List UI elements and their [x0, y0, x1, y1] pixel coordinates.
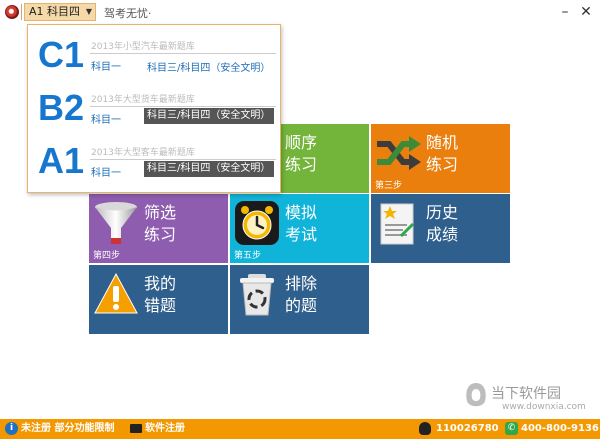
divider [90, 159, 276, 160]
subject-one-link[interactable]: 科目一 [91, 58, 121, 73]
qq-icon [419, 422, 431, 435]
divider [90, 53, 276, 54]
title-bar: A1 科目四 ▼ 驾考无忧· – ✕ [0, 0, 600, 24]
app-title: 驾考无忧· [104, 7, 152, 20]
tile-excluded-questions[interactable]: 排除 的题 [230, 265, 369, 334]
tile-label: 模拟 考试 [285, 203, 318, 244]
tile-label: 我的 错题 [144, 274, 177, 315]
title-separator [21, 4, 22, 20]
chevron-down-icon[interactable]: ▼ [86, 4, 92, 20]
tile-my-mistakes[interactable]: 我的 错题 [89, 265, 228, 334]
tile-filter-practice[interactable]: 筛选 练习 第四步 [89, 194, 228, 263]
info-icon: i [5, 422, 18, 435]
course-code: A1 [38, 140, 85, 181]
tile-history-score[interactable]: 历史 成绩 [371, 194, 510, 263]
subject-three-four-link[interactable]: 科目三/科目四（安全文明） [144, 58, 273, 75]
report-icon [380, 203, 415, 245]
recycle-bin-icon [240, 274, 274, 316]
watermark-logo-icon [466, 383, 486, 407]
course-option-a1[interactable]: A1 2013年大型客车最新题库 科目一 科目三/科目四（安全文明） [28, 137, 282, 187]
register-link[interactable]: 软件注册 [145, 422, 185, 436]
phone-icon: ✆ [505, 422, 518, 435]
course-description: 2013年大型客车最新题库 [91, 148, 195, 158]
course-selector[interactable]: A1 科目四 ▼ [24, 3, 96, 21]
divider [90, 106, 276, 107]
tile-label: 历史 成绩 [426, 203, 459, 244]
keyboard-icon [130, 424, 142, 433]
course-code: B2 [38, 87, 85, 128]
subject-three-four-link[interactable]: 科目三/科目四（安全文明） [144, 161, 274, 177]
watermark-name: 当下软件园 [491, 386, 561, 402]
course-description: 2013年小型汽车最新题库 [91, 42, 195, 52]
subject-one-link[interactable]: 科目一 [91, 164, 121, 179]
course-selector-label: A1 科目四 [29, 5, 81, 18]
tile-random-practice[interactable]: 随机 练习 第三步 [371, 124, 510, 193]
subject-three-four-link[interactable]: 科目三/科目四（安全文明） [144, 108, 274, 124]
step-badge: 第五步 [234, 251, 262, 261]
alarm-clock-icon [235, 201, 279, 245]
tile-mock-exam[interactable]: 模拟 考试 第五步 [230, 194, 369, 263]
step-badge: 第四步 [93, 251, 121, 261]
unregistered-notice: 未注册 部分功能限制 [21, 423, 115, 434]
course-option-b2[interactable]: B2 2013年大型货车最新题库 科目一 科目三/科目四（安全文明） [28, 84, 282, 134]
tile-label: 顺序 练习 [285, 133, 318, 174]
close-button[interactable]: ✕ [576, 1, 596, 23]
minimize-button[interactable]: – [555, 1, 575, 23]
shuffle-icon [377, 136, 421, 170]
course-option-c1[interactable]: C1 2013年小型汽车最新题库 科目一 科目三/科目四（安全文明） [28, 31, 282, 81]
qq-number[interactable]: 110026780 [436, 422, 499, 436]
tile-label: 排除 的题 [285, 274, 318, 315]
warning-icon [94, 272, 138, 314]
phone-number: 400-800-9136 [521, 423, 599, 434]
course-code: C1 [38, 34, 85, 75]
course-description: 2013年大型货车最新题库 [91, 95, 195, 105]
status-bar: i 未注册 部分功能限制 软件注册 110026780 ✆ 400-800-91… [0, 419, 600, 439]
tile-label: 筛选 练习 [144, 203, 177, 244]
app-logo-icon [5, 5, 19, 19]
step-badge: 第三步 [375, 181, 403, 191]
watermark-url: www.downxia.com [502, 402, 586, 412]
subject-one-link[interactable]: 科目一 [91, 111, 121, 126]
course-dropdown: C1 2013年小型汽车最新题库 科目一 科目三/科目四（安全文明） B2 20… [27, 24, 281, 193]
funnel-icon [95, 202, 137, 244]
tile-label: 随机 练习 [426, 133, 459, 174]
